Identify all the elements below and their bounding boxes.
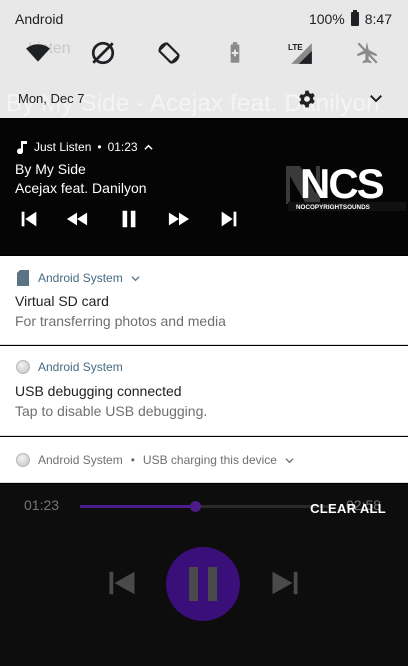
player-elapsed: 01:23 (24, 497, 60, 513)
battery-percent: 100% (308, 11, 345, 27)
media-header: Just Listen • 01:23 (16, 140, 153, 154)
notification-header: Android System (16, 270, 140, 286)
expand-chevron-icon[interactable] (131, 274, 140, 283)
data-saver-icon[interactable] (86, 36, 120, 70)
clear-all-button[interactable]: CLEAR ALL (310, 501, 386, 516)
music-note-icon (17, 141, 27, 154)
notification-header: Android System • USB charging this devic… (16, 453, 294, 467)
media-artist: Acejax feat. Danilyon (15, 180, 147, 196)
notification-usb-debugging[interactable]: Android System USB debugging connected T… (0, 346, 408, 436)
seek-bar[interactable] (80, 501, 330, 512)
player-skip-next-icon[interactable] (270, 568, 300, 598)
fast-forward-icon[interactable] (168, 208, 190, 230)
auto-rotate-icon[interactable] (152, 36, 186, 70)
expand-chevron-icon[interactable] (367, 89, 385, 107)
notification-header: Android System (16, 360, 123, 374)
media-separator: • (97, 140, 102, 154)
battery-icon (350, 10, 359, 26)
android-system-icon (16, 453, 30, 467)
media-elapsed: 01:23 (107, 140, 138, 154)
notification-summary: USB charging this device (142, 453, 277, 467)
carrier-label: Android (15, 11, 64, 27)
notification-title: USB debugging connected (15, 383, 182, 399)
music-player-background: 01:23 02:58 CLEAR ALL (0, 484, 408, 666)
media-app-name: Just Listen (34, 140, 92, 154)
notification-app-name: Android System (38, 360, 123, 374)
media-notification[interactable]: Just Listen • 01:23 By My Side Acejax fe… (0, 120, 408, 255)
lte-label: LTE (288, 43, 303, 52)
rewind-icon[interactable] (66, 208, 88, 230)
player-pause-button[interactable] (166, 547, 240, 621)
pause-bar (189, 567, 198, 601)
notification-usb-charging[interactable]: Android System • USB charging this devic… (0, 437, 408, 483)
wifi-icon[interactable] (21, 36, 55, 70)
skip-previous-icon[interactable] (18, 208, 40, 230)
media-song-title: By My Side (15, 161, 86, 177)
quick-tiles-row: LTE (0, 36, 408, 70)
expand-chevron-icon[interactable] (285, 456, 294, 465)
notification-title: Virtual SD card (15, 293, 109, 309)
android-system-icon (16, 360, 30, 374)
seek-thumb[interactable] (190, 501, 201, 512)
pause-bar (208, 567, 217, 601)
notification-virtual-sd-card[interactable]: Android System Virtual SD card For trans… (0, 256, 408, 345)
battery-saver-icon[interactable] (218, 36, 252, 70)
qs-date: Mon, Dec 7 (18, 91, 85, 106)
quick-settings-panel: Listen By My Side - Acejax feat. Danilyo… (0, 0, 408, 118)
notification-text: For transferring photos and media (15, 313, 226, 329)
notification-app-name: Android System (38, 271, 123, 285)
notification-app-name: Android System (38, 453, 123, 467)
ncs-logo-text: NCS (300, 160, 384, 207)
lte-signal-icon[interactable]: LTE (284, 36, 318, 70)
status-bar-right: 100% 8:47 (308, 10, 392, 27)
player-skip-previous-icon[interactable] (107, 568, 137, 598)
ncs-logo-subtext: NOCOPYRIGHTSOUNDS (296, 204, 370, 211)
clock: 8:47 (364, 11, 392, 27)
airplane-mode-icon[interactable] (350, 36, 384, 70)
album-art-ncs-logo: NCS NOCOPYRIGHTSOUNDS (286, 160, 406, 211)
seek-progress (80, 505, 195, 508)
notification-separator: • (130, 453, 135, 467)
notification-text: Tap to disable USB debugging. (15, 403, 208, 419)
pause-icon[interactable] (118, 208, 140, 230)
collapse-chevron-icon[interactable] (144, 143, 153, 152)
skip-next-icon[interactable] (218, 208, 240, 230)
sd-card-icon (17, 270, 29, 286)
settings-gear-icon[interactable] (297, 89, 317, 109)
